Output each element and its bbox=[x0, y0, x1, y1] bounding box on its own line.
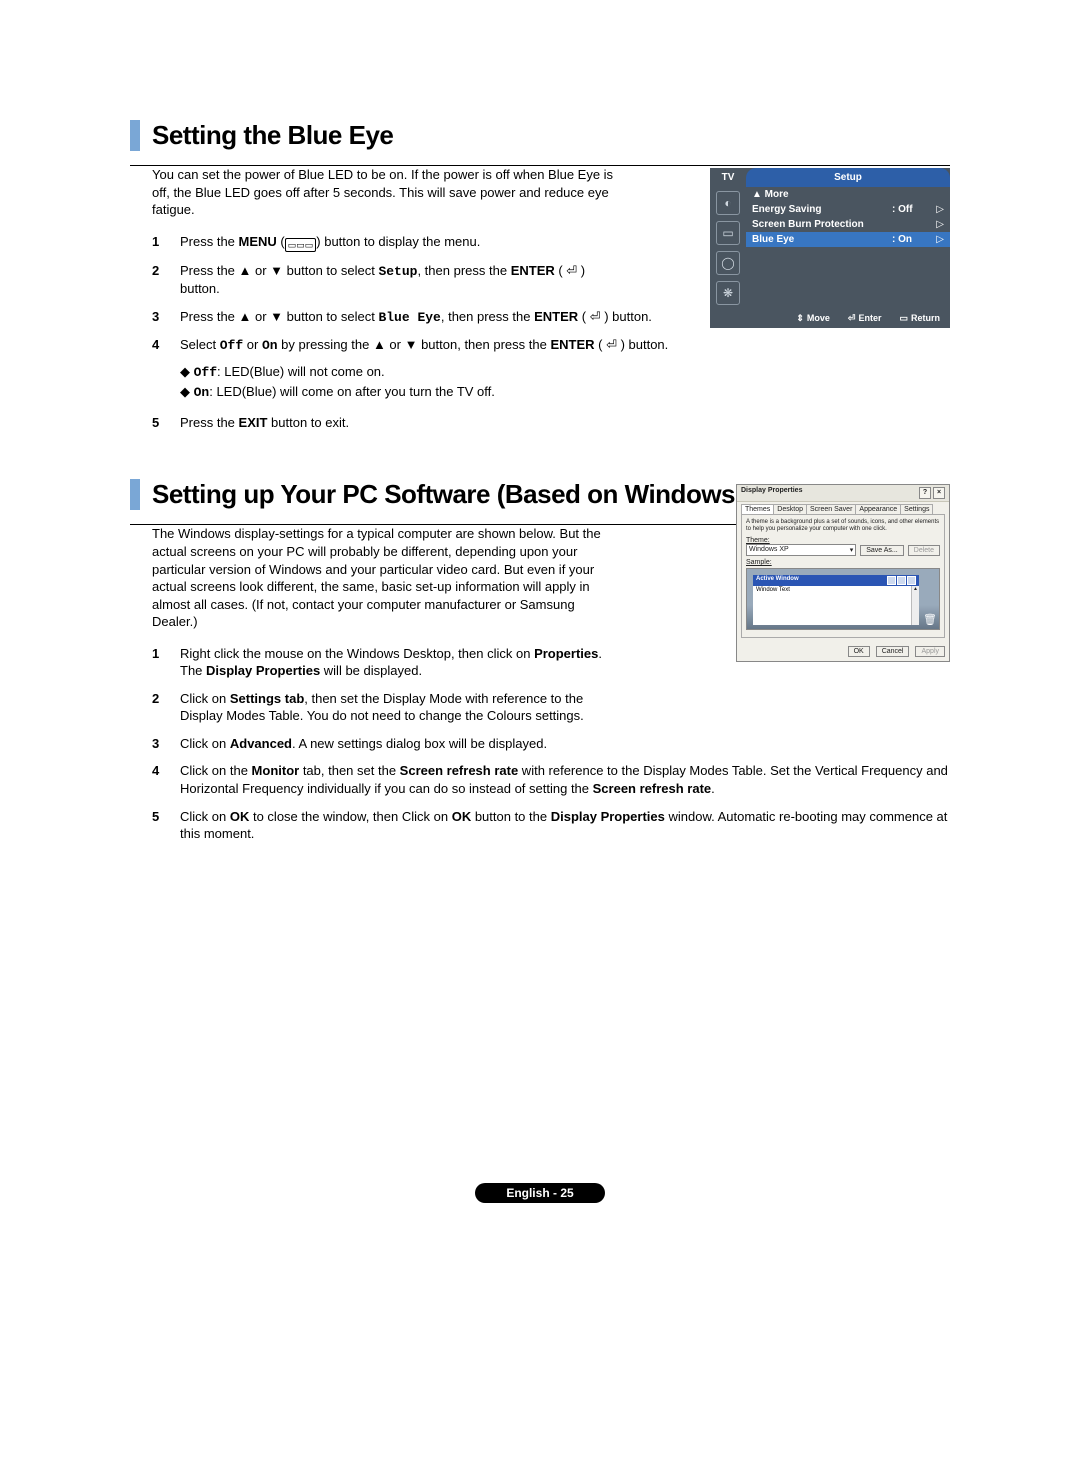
xp-panel: A theme is a background plus a set of so… bbox=[741, 514, 945, 638]
theme-dropdown[interactable]: Windows XP▾ bbox=[746, 544, 856, 556]
menu-icon: ▭▭▭ bbox=[285, 238, 317, 252]
step-num: 3 bbox=[152, 308, 180, 327]
osd-enter: Enter bbox=[848, 313, 882, 324]
close-icon[interactable]: × bbox=[933, 487, 945, 499]
step-num: 5 bbox=[152, 808, 180, 843]
chevron-down-icon: ▾ bbox=[850, 546, 854, 554]
osd-row-energy[interactable]: Energy Saving : Off ▷ bbox=[746, 202, 950, 217]
xp-titlebar: Display Properties ? × bbox=[737, 485, 949, 502]
step-num: 2 bbox=[152, 690, 180, 725]
apply-button[interactable]: Apply bbox=[915, 646, 945, 657]
step-text: Press the ▲ or ▼ button to select Setup,… bbox=[180, 262, 620, 298]
step-num: 4 bbox=[152, 762, 180, 797]
intro-blue-eye: You can set the power of Blue LED to be … bbox=[152, 166, 622, 219]
ok-button[interactable]: OK bbox=[848, 646, 870, 657]
setup-tab-icon[interactable]: ❋ bbox=[716, 281, 740, 305]
step-num: 4 bbox=[152, 336, 180, 404]
channel-tab-icon[interactable]: ◯ bbox=[716, 251, 740, 275]
step-num: 2 bbox=[152, 262, 180, 298]
step-text: Click on Advanced. A new settings dialog… bbox=[180, 735, 950, 753]
step-text: Click on Settings tab, then set the Disp… bbox=[180, 690, 620, 725]
xp-tabs: Themes Desktop Screen Saver Appearance S… bbox=[737, 502, 949, 514]
scrollbar-icon bbox=[911, 586, 919, 625]
sample-preview: Active Window Window Text 🗑 bbox=[746, 568, 940, 630]
tv-osd: TV Setup ◐ ▭ ◯ ❋ ▲ More Energy Saving : … bbox=[710, 168, 950, 328]
step-num: 1 bbox=[152, 233, 180, 252]
intro-pc: The Windows display-settings for a typic… bbox=[152, 525, 622, 630]
cancel-button[interactable]: Cancel bbox=[876, 646, 910, 657]
sample-label: Sample: bbox=[746, 559, 940, 566]
picture-tab-icon[interactable]: ◐ bbox=[716, 191, 740, 215]
delete-button[interactable]: Delete bbox=[908, 545, 940, 556]
xp-desc: A theme is a background plus a set of so… bbox=[746, 519, 940, 533]
step-text: Right click the mouse on the Windows Des… bbox=[180, 645, 620, 680]
min-icon bbox=[887, 576, 896, 585]
xp-title-text: Display Properties bbox=[741, 487, 802, 499]
osd-return: Return bbox=[899, 313, 940, 324]
window-text: Window Text bbox=[753, 586, 919, 625]
osd-move: Move bbox=[796, 313, 830, 324]
max-icon bbox=[897, 576, 906, 585]
osd-tv-label: TV bbox=[710, 168, 746, 187]
xp-display-properties-dialog: Display Properties ? × Themes Desktop Sc… bbox=[736, 484, 950, 662]
osd-title: Setup bbox=[746, 168, 950, 187]
sound-tab-icon[interactable]: ▭ bbox=[716, 221, 740, 245]
tab-themes[interactable]: Themes bbox=[741, 504, 774, 514]
osd-footer: Move Enter Return bbox=[710, 309, 950, 328]
osd-row-blue-eye[interactable]: Blue Eye : On ▷ bbox=[746, 232, 950, 247]
tab-desktop[interactable]: Desktop bbox=[773, 504, 807, 514]
steps-pc: 1 Right click the mouse on the Windows D… bbox=[152, 645, 950, 843]
theme-label: Theme: bbox=[746, 537, 940, 544]
section-title-blue-eye: Setting the Blue Eye bbox=[130, 120, 950, 151]
close-icon bbox=[907, 576, 916, 585]
save-as-button[interactable]: Save As... bbox=[860, 545, 904, 556]
osd-sidebar: ◐ ▭ ◯ ❋ bbox=[710, 187, 746, 309]
osd-rows: ▲ More Energy Saving : Off ▷ Screen Burn… bbox=[746, 187, 950, 309]
step-text: Press the EXIT button to exit. bbox=[180, 414, 950, 432]
help-icon[interactable]: ? bbox=[919, 487, 931, 499]
sub-list: Off: LED(Blue) will not come on. On: LED… bbox=[180, 363, 950, 402]
tab-screensaver[interactable]: Screen Saver bbox=[806, 504, 856, 514]
recycle-bin-icon: 🗑 bbox=[923, 613, 935, 627]
step-num: 3 bbox=[152, 735, 180, 753]
tab-appearance[interactable]: Appearance bbox=[855, 504, 901, 514]
tab-settings[interactable]: Settings bbox=[900, 504, 933, 514]
step-text: Click on OK to close the window, then Cl… bbox=[180, 808, 950, 843]
xp-footer: OK Cancel Apply bbox=[737, 642, 949, 661]
step-text: Click on the Monitor tab, then set the S… bbox=[180, 762, 950, 797]
manual-page: Setting the Blue Eye You can set the pow… bbox=[130, 0, 950, 1263]
step-num: 1 bbox=[152, 645, 180, 680]
step-num: 5 bbox=[152, 414, 180, 432]
step-text: Select Off or On by pressing the ▲ or ▼ … bbox=[180, 336, 950, 404]
osd-row-more[interactable]: ▲ More bbox=[746, 187, 950, 202]
page-number: English - 25 bbox=[475, 1183, 605, 1203]
osd-row-burn[interactable]: Screen Burn Protection ▷ bbox=[746, 217, 950, 232]
